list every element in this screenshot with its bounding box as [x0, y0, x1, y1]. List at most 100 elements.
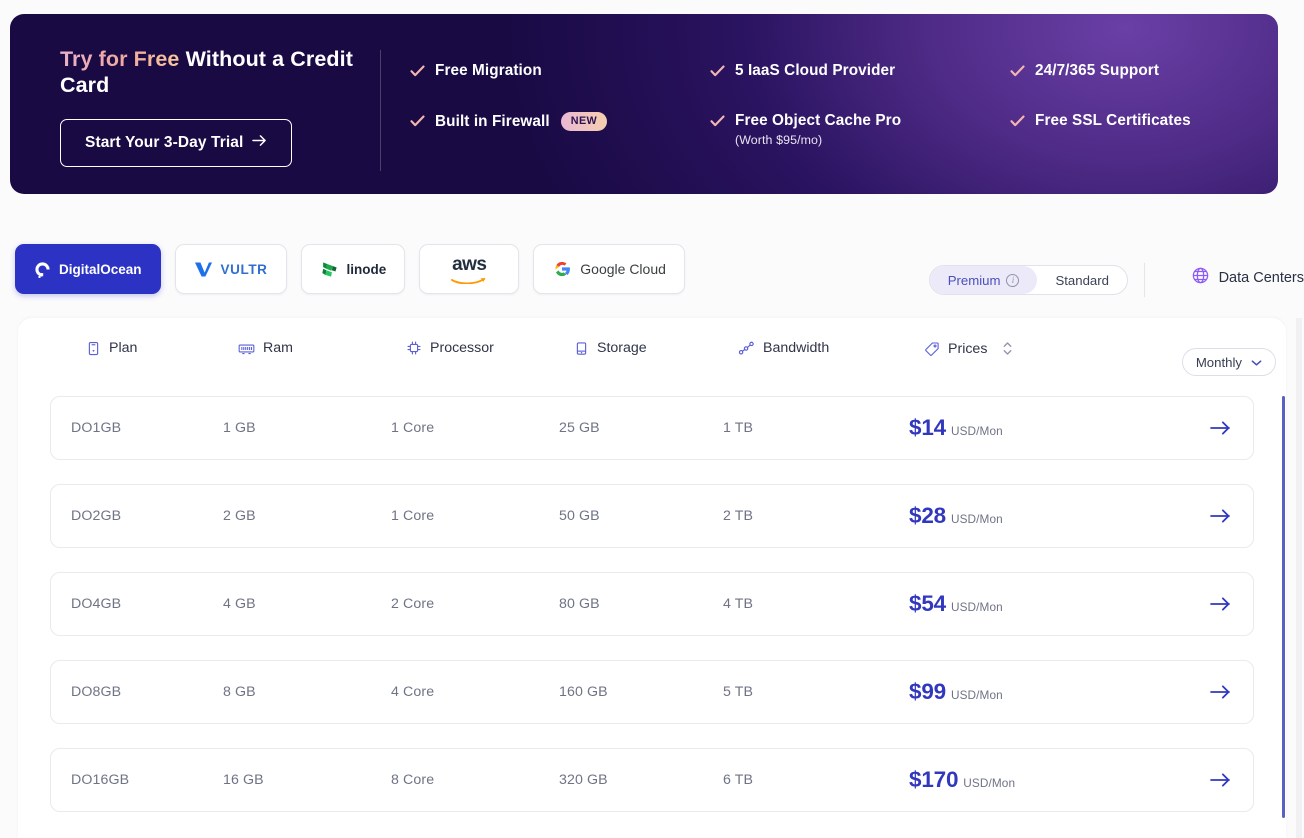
sort-updown-icon[interactable] — [1002, 340, 1013, 357]
table-row[interactable]: DO8GB 8 GB 4 Core 160 GB 5 TB $99 USD/Mo… — [50, 660, 1254, 724]
price-amount: $99 — [909, 679, 946, 704]
column-header-label: Plan — [109, 340, 138, 356]
check-icon — [410, 65, 425, 80]
server-icon — [86, 341, 101, 356]
pricing-rows: DO1GB 1 GB 1 Core 25 GB 1 TB $14 USD/Mon… — [50, 396, 1254, 836]
cell-bandwidth: 6 TB — [723, 772, 754, 788]
banner-feature-grid: Free Migration 5 IaaS Cloud Provider 24/… — [410, 62, 1278, 162]
digitalocean-logo-icon — [34, 261, 51, 278]
data-centers-button[interactable]: Data Centers — [1191, 266, 1304, 289]
feature-label: Built in Firewall — [435, 113, 550, 130]
tier-option-standard[interactable]: Standard — [1037, 266, 1127, 294]
cell-plan: DO2GB — [71, 508, 122, 524]
feature-item-iaas-cloud-provider: 5 IaaS Cloud Provider — [710, 62, 1010, 112]
memory-icon — [238, 341, 255, 356]
network-icon — [738, 341, 755, 356]
cell-processor: 1 Core — [391, 420, 435, 436]
cell-price: $28 USD/Mon — [909, 503, 1003, 529]
arrow-right-icon[interactable] — [1210, 772, 1231, 789]
cell-bandwidth: 5 TB — [723, 684, 754, 700]
globe-icon — [1191, 266, 1210, 289]
scrollbar-thumb[interactable] — [1281, 396, 1285, 818]
feature-label: Free SSL Certificates — [1035, 112, 1191, 129]
feature-label: Free Migration — [435, 62, 542, 79]
tier-option-label: Standard — [1055, 272, 1109, 288]
cell-processor: 4 Core — [391, 684, 435, 700]
cell-price: $170 USD/Mon — [909, 767, 1015, 793]
cell-storage: 25 GB — [559, 420, 600, 436]
arrow-right-icon[interactable] — [1210, 420, 1231, 437]
info-icon[interactable]: i — [1006, 273, 1020, 287]
feature-item-built-in-firewall: Built in Firewall NEW — [410, 112, 710, 162]
google-cloud-logo-icon — [552, 260, 572, 278]
cpu-icon — [406, 340, 422, 356]
provider-tab-linode[interactable]: linode — [300, 244, 406, 294]
check-icon — [410, 115, 425, 130]
toolbar-divider — [1144, 263, 1145, 297]
vultr-logo-icon — [194, 261, 213, 278]
provider-tabs: DigitalOcean VULTR linode aws Google Clo… — [15, 244, 685, 294]
column-header-prices[interactable]: Prices — [924, 340, 1013, 357]
tag-icon — [924, 341, 940, 357]
price-amount: $170 — [909, 767, 959, 792]
table-row[interactable]: DO16GB 16 GB 8 Core 320 GB 6 TB $170 USD… — [50, 748, 1254, 812]
column-header-storage: Storage — [574, 340, 647, 356]
feature-item-support: 24/7/365 Support — [1010, 62, 1278, 112]
provider-tab-google-cloud[interactable]: Google Cloud — [533, 244, 685, 294]
price-unit: USD/Mon — [950, 424, 1003, 438]
cell-bandwidth: 2 TB — [723, 508, 754, 524]
tier-option-premium[interactable]: Premium i — [929, 266, 1038, 294]
price-amount: $14 — [909, 415, 946, 440]
check-icon — [1010, 65, 1025, 80]
provider-tab-digitalocean[interactable]: DigitalOcean — [15, 244, 161, 294]
feature-label: 5 IaaS Cloud Provider — [735, 62, 896, 79]
provider-tab-label: VULTR — [220, 261, 268, 277]
chevron-down-icon — [1251, 355, 1262, 370]
cell-ram: 8 GB — [223, 684, 256, 700]
scrollbar-track[interactable] — [1296, 318, 1302, 838]
arrow-right-icon[interactable] — [1210, 684, 1231, 701]
cell-bandwidth: 4 TB — [723, 596, 754, 612]
new-badge: NEW — [560, 112, 608, 131]
cell-price: $14 USD/Mon — [909, 415, 1003, 441]
price-unit: USD/Mon — [963, 776, 1016, 790]
cell-plan: DO8GB — [71, 684, 122, 700]
harddrive-icon — [574, 341, 589, 356]
price-amount: $28 — [909, 503, 946, 528]
column-header-label: Prices — [948, 340, 988, 357]
check-icon — [710, 65, 725, 80]
feature-item-object-cache-pro: Free Object Cache Pro (Worth $95/mo) — [710, 112, 1010, 162]
column-header-processor: Processor — [406, 340, 494, 356]
provider-tab-label: linode — [346, 261, 387, 277]
start-trial-label: Start Your 3-Day Trial — [85, 134, 244, 152]
billing-period-dropdown[interactable]: Monthly — [1181, 348, 1276, 376]
provider-tab-label: DigitalOcean — [59, 261, 142, 277]
feature-sublabel: (Worth $95/mo) — [735, 133, 823, 147]
provider-tab-vultr[interactable]: VULTR — [174, 244, 287, 294]
price-unit: USD/Mon — [950, 600, 1003, 614]
column-header-label: Ram — [263, 340, 293, 356]
column-header-bandwidth: Bandwidth — [738, 340, 829, 356]
cell-storage: 320 GB — [559, 772, 608, 788]
column-header-plan: Plan — [86, 340, 137, 356]
price-unit: USD/Mon — [950, 512, 1003, 526]
feature-item-free-migration: Free Migration — [410, 62, 710, 112]
feature-label: Free Object Cache Pro — [735, 112, 902, 129]
check-icon — [710, 115, 725, 130]
pricing-table-card: Plan Ram Processor Storage Bandwidth Pri… — [18, 318, 1286, 838]
feature-item-free-ssl: Free SSL Certificates — [1010, 112, 1278, 162]
provider-tab-label: aws — [452, 253, 487, 275]
start-trial-button[interactable]: Start Your 3-Day Trial — [60, 119, 293, 168]
table-row[interactable]: DO4GB 4 GB 2 Core 80 GB 4 TB $54 USD/Mon — [50, 572, 1254, 636]
column-header-label: Storage — [597, 340, 647, 356]
arrow-right-icon[interactable] — [1210, 596, 1231, 613]
column-header-ram: Ram — [238, 340, 293, 356]
arrow-right-icon[interactable] — [1210, 508, 1231, 525]
provider-tab-aws[interactable]: aws — [419, 244, 520, 294]
provider-tab-label: Google Cloud — [580, 261, 666, 277]
cell-price: $99 USD/Mon — [909, 679, 1003, 705]
table-row[interactable]: DO1GB 1 GB 1 Core 25 GB 1 TB $14 USD/Mon — [50, 396, 1254, 460]
table-row[interactable]: DO2GB 2 GB 1 Core 50 GB 2 TB $28 USD/Mon — [50, 484, 1254, 548]
data-centers-label: Data Centers — [1218, 269, 1304, 286]
cell-processor: 8 Core — [391, 772, 435, 788]
